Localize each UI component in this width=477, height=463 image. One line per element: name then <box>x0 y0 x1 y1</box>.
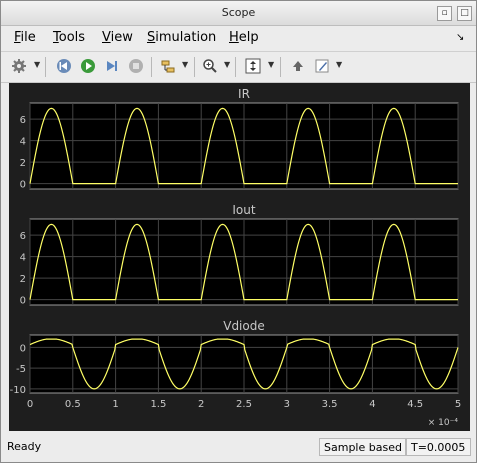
menu-help[interactable]: Help <box>229 30 259 45</box>
run-icon[interactable] <box>78 56 98 76</box>
scope-plots[interactable]: IR0246Iout0246Vdiode0-5-100 0.5 1 1.5 2 2.5 3 3… <box>9 83 470 431</box>
y-tick-label: 4 <box>20 253 26 264</box>
menu-file[interactable]: File <box>14 30 36 45</box>
settings-gear-icon[interactable] <box>9 56 29 76</box>
step-back-icon[interactable] <box>54 56 74 76</box>
chevron-down-icon[interactable]: ▼ <box>268 60 274 69</box>
x-tick-label: 2 <box>198 399 204 410</box>
autoscale-icon[interactable] <box>243 56 263 76</box>
highlight-simulink-block-icon[interactable] <box>288 56 308 76</box>
y-tick-label: -5 <box>16 364 26 375</box>
menu-bar: File Tools View Simulation Help ↘ <box>1 26 476 48</box>
y-tick-label: -10 <box>10 385 26 396</box>
y-tick-label: 2 <box>20 158 26 169</box>
x-tick-label: 3.5 <box>322 399 338 410</box>
step-forward-icon[interactable] <box>102 56 122 76</box>
toolbar-divider <box>235 57 236 77</box>
x-tick-label: 5 <box>455 399 461 410</box>
chevron-down-icon[interactable]: ▼ <box>182 60 188 69</box>
maximize-icon[interactable]: □ <box>457 6 472 21</box>
status-bar: Ready Sample based T=0.0005 <box>1 435 476 461</box>
menu-tools[interactable]: Tools <box>53 30 85 45</box>
window-title: Scope <box>221 6 256 19</box>
x-tick-label: 4 <box>369 399 375 410</box>
x-scale-label: × 10⁻⁴ <box>428 418 459 428</box>
menu-view[interactable]: View <box>102 30 133 45</box>
plot-title: Iout <box>232 203 255 217</box>
toolbar-divider <box>194 57 195 77</box>
x-tick-label: 4.5 <box>407 399 423 410</box>
y-tick-label: 0 <box>20 180 26 191</box>
y-tick-label: 0 <box>20 296 26 307</box>
chevron-down-icon[interactable]: ▼ <box>34 60 40 69</box>
plot-area: IR 0 2 4 6 Iout 0 2 4 6 Vdiode 0 -5 -10 0 0.5 1 1.5 2 2.5 3 3… <box>9 83 470 431</box>
x-tick-label: 1.5 <box>150 399 166 410</box>
zoom-icon[interactable] <box>200 56 220 76</box>
status-time: T=0.0005 <box>406 438 471 456</box>
toolbar-divider <box>45 57 46 77</box>
dock-icon[interactable]: ↘ <box>456 32 464 43</box>
toolbar-divider <box>151 57 152 77</box>
title-bar: Scope ▫ □ <box>1 1 476 26</box>
x-tick-label: 1 <box>112 399 118 410</box>
menu-simulation[interactable]: Simulation <box>147 30 216 45</box>
x-tick-label: 3 <box>284 399 290 410</box>
chevron-down-icon[interactable]: ▼ <box>224 60 230 69</box>
x-tick-label: 2.5 <box>236 399 252 410</box>
y-tick-label: 4 <box>20 137 26 148</box>
style-icon[interactable] <box>312 56 332 76</box>
x-tick-label: 0.5 <box>65 399 81 410</box>
plot-title: IR <box>238 87 250 101</box>
y-tick-label: 2 <box>20 274 26 285</box>
toolbar-divider <box>280 57 281 77</box>
y-tick-label: 0 <box>20 343 26 354</box>
scope-window: Scope ▫ □ File Tools View Simulation Hel… <box>0 0 477 463</box>
stop-icon[interactable] <box>126 56 146 76</box>
status-ready: Ready <box>7 440 42 453</box>
chevron-down-icon[interactable]: ▼ <box>336 60 342 69</box>
y-tick-label: 6 <box>20 115 26 126</box>
signal-selector-icon[interactable] <box>158 56 178 76</box>
x-tick-label: 0 <box>27 399 33 410</box>
toolbar: ▼ ▼ ▼ ▼ ▼ <box>1 51 476 83</box>
plot-title: Vdiode <box>223 319 265 333</box>
y-tick-label: 6 <box>20 231 26 242</box>
status-mode: Sample based <box>319 438 406 456</box>
minimize-icon[interactable]: ▫ <box>437 6 452 21</box>
